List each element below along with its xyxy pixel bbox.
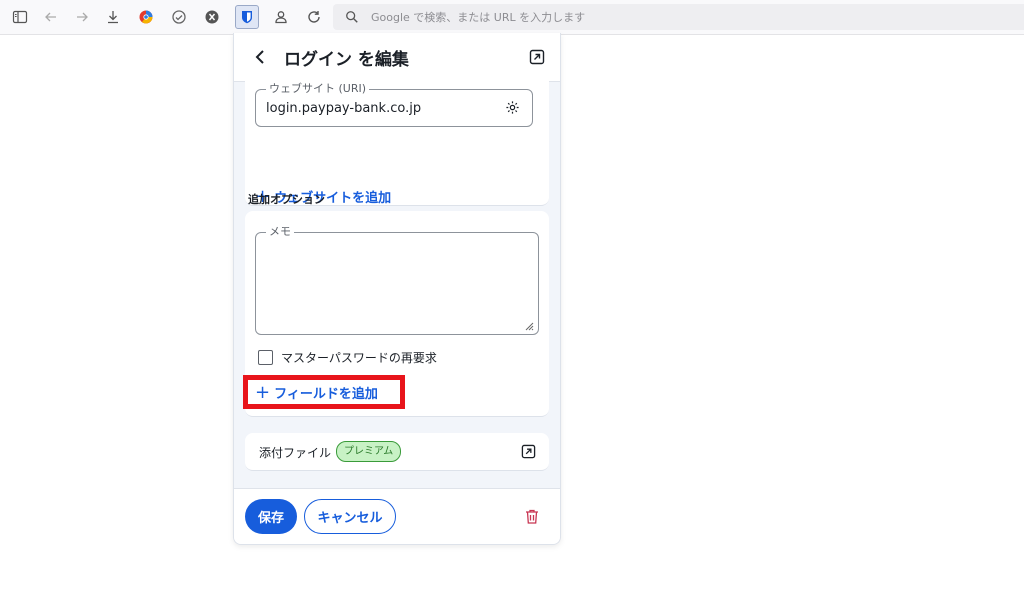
uri-label: ウェブサイト (URI) [266, 82, 370, 96]
popup-header: ログイン を編集 [234, 33, 560, 82]
memo-label: メモ [266, 225, 294, 239]
highlight-box [243, 375, 405, 409]
page-title: ログイン を編集 [284, 50, 409, 70]
uri-value[interactable]: login.paypay-bank.co.jp [266, 101, 421, 116]
extension-icon-person[interactable] [270, 6, 292, 28]
extension-icon-color[interactable] [135, 6, 157, 28]
bitwarden-popup: ログイン を編集 ウェブサイト (URI) login.paypay-bank.… [233, 33, 561, 545]
back-icon[interactable] [40, 6, 62, 28]
popout-icon[interactable] [521, 444, 536, 459]
reprompt-label: マスターパスワードの再要求 [281, 351, 437, 365]
attachments-card[interactable]: 添付ファイル プレミアム [245, 433, 549, 471]
premium-badge: プレミアム [336, 441, 402, 462]
extension-icon-x[interactable] [201, 6, 223, 28]
attachments-label: 添付ファイル [259, 446, 332, 460]
popout-icon[interactable] [529, 49, 545, 65]
save-button[interactable]: 保存 [245, 499, 297, 534]
popup-footer: 保存 キャンセル [234, 488, 560, 544]
browser-toolbar: Google で検索、または URL を入力します [0, 0, 1024, 35]
options-heading: 追加オプション [248, 193, 325, 206]
memo-field[interactable]: メモ [255, 225, 539, 335]
forward-icon[interactable] [71, 6, 93, 28]
reprompt-row[interactable]: マスターパスワードの再要求 [258, 349, 437, 366]
search-icon [346, 11, 358, 23]
bitwarden-icon[interactable] [235, 5, 259, 29]
back-arrow-icon[interactable] [252, 48, 270, 66]
sidebar-icon[interactable] [9, 6, 31, 28]
address-bar[interactable]: Google で検索、または URL を入力します [333, 4, 1024, 30]
address-placeholder: Google で検索、または URL を入力します [371, 11, 586, 24]
download-icon[interactable] [102, 6, 124, 28]
trash-icon[interactable] [524, 508, 540, 525]
cancel-button[interactable]: キャンセル [304, 499, 396, 534]
website-card: ウェブサイト (URI) login.paypay-bank.co.jp + ウ… [245, 81, 549, 206]
uri-field[interactable]: ウェブサイト (URI) login.paypay-bank.co.jp [255, 82, 533, 127]
resize-handle-icon[interactable] [524, 321, 534, 331]
reload-icon[interactable] [303, 6, 325, 28]
gear-icon[interactable] [505, 100, 520, 115]
extension-icon-shield[interactable] [168, 6, 190, 28]
reprompt-checkbox[interactable] [258, 350, 273, 365]
